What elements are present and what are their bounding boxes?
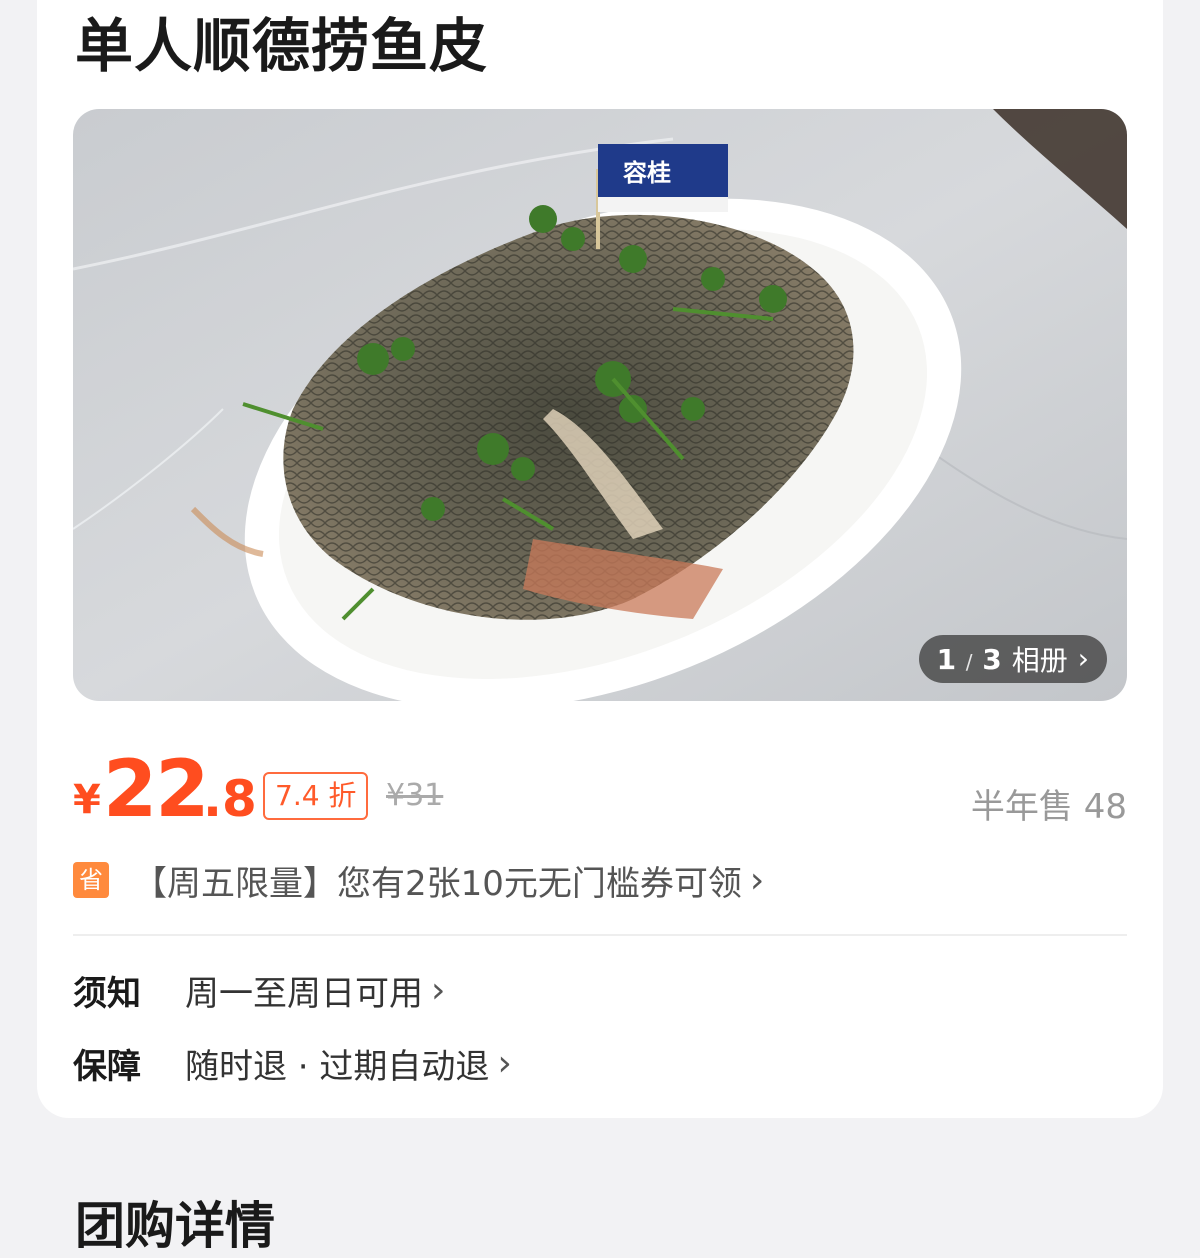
album-label: 相册 (1011, 644, 1068, 677)
album-index: 1 / 3 (936, 642, 1002, 676)
notice-label: 须知 (73, 973, 141, 1014)
coupon-row[interactable]: 省 【周五限量】您有2张10元无门槛券可领 › (73, 858, 1127, 904)
guarantee-row[interactable]: 保障 随时退 · 过期自动退 › (73, 1038, 1127, 1088)
currency-symbol: ¥ (73, 777, 101, 823)
notice-row[interactable]: 须知 周一至周日可用 › (73, 965, 1127, 1015)
original-price: ¥31 (386, 778, 444, 813)
chevron-right-icon: › (749, 859, 765, 901)
flag-label: 容桂 (623, 158, 671, 187)
discount-badge: 7.4 折 (263, 772, 369, 820)
save-icon: 省 (73, 862, 109, 898)
guarantee-value: 随时退 · 过期自动退 (185, 1046, 490, 1087)
product-photo[interactable]: 容桂 1 / 3 相册 › (73, 109, 1127, 701)
coupon-text: 【周五限量】您有2张10元无门槛券可领 (133, 863, 742, 904)
dish-image: 容桂 (73, 109, 1127, 701)
chevron-right-icon: › (497, 1042, 512, 1084)
sold-count: 半年售 48 (970, 787, 1127, 827)
chevron-right-icon: › (1077, 642, 1089, 675)
product-title: 单人顺德捞鱼皮 (75, 12, 489, 80)
section-title: 团购详情 (75, 1197, 275, 1255)
notice-value: 周一至周日可用 (185, 973, 423, 1014)
divider (73, 934, 1127, 936)
price-row: ¥ 22 .8 7.4 折 ¥31 半年售 48 (73, 745, 1127, 835)
price-decimal: .8 (203, 770, 257, 828)
chevron-right-icon: › (431, 969, 446, 1011)
guarantee-label: 保障 (73, 1046, 141, 1087)
album-button[interactable]: 1 / 3 相册 › (918, 635, 1107, 683)
price-integer: 22 (103, 745, 210, 835)
